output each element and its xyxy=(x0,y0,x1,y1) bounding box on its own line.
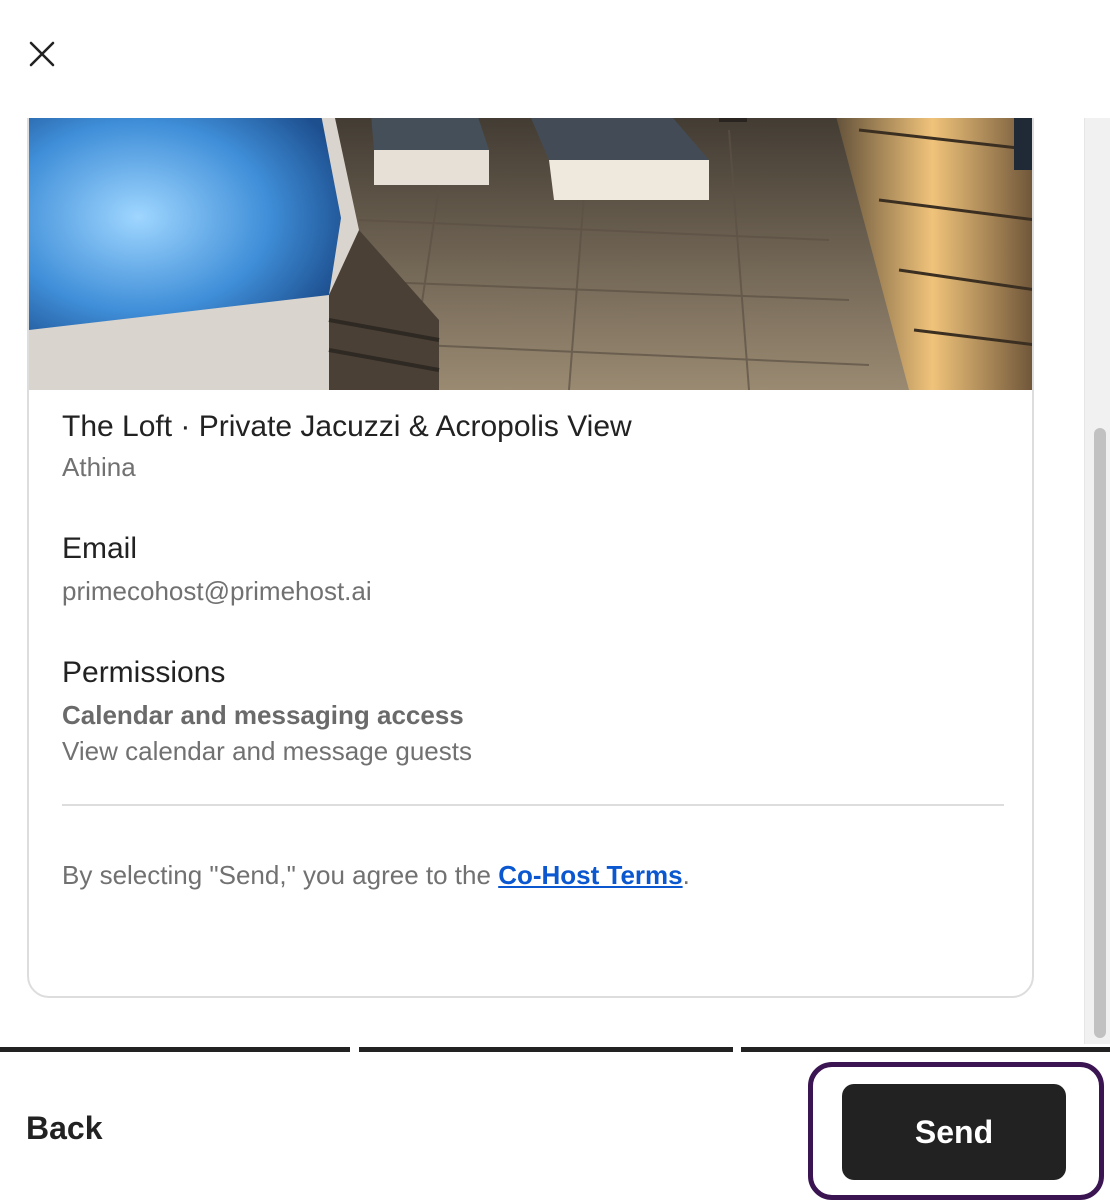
permissions-heading: Permissions xyxy=(62,656,226,689)
terms-text: By selecting "Send," you agree to the Co… xyxy=(62,860,690,891)
email-heading: Email xyxy=(62,532,138,565)
listing-title: The Loft · Private Jacuzzi & Acropolis V… xyxy=(62,410,632,443)
divider xyxy=(62,804,1004,806)
permissions-title: Calendar and messaging access xyxy=(62,700,464,730)
listing-location: Athina xyxy=(62,452,136,482)
progress-step-2 xyxy=(359,1047,733,1052)
email-value: primecohost@primehost.ai xyxy=(62,576,372,606)
terms-suffix: . xyxy=(682,860,690,890)
terms-prefix: By selecting "Send," you agree to the xyxy=(62,860,499,890)
progress-step-1 xyxy=(0,1047,350,1052)
permissions-description: View calendar and message guests xyxy=(62,736,472,766)
listing-card: The Loft · Private Jacuzzi & Acropolis V… xyxy=(27,118,1034,998)
scrollbar[interactable] xyxy=(1084,118,1110,1044)
modal-content: The Loft · Private Jacuzzi & Acropolis V… xyxy=(0,118,1084,1044)
listing-photo xyxy=(29,118,1032,390)
close-icon xyxy=(29,41,55,67)
send-button[interactable]: Send xyxy=(842,1084,1066,1180)
close-button[interactable] xyxy=(22,34,62,74)
co-host-terms-link[interactable]: Co-Host Terms xyxy=(498,860,682,890)
progress-step-3 xyxy=(741,1047,1110,1052)
scrollbar-thumb[interactable] xyxy=(1094,428,1106,1038)
back-button[interactable]: Back xyxy=(26,1110,103,1147)
